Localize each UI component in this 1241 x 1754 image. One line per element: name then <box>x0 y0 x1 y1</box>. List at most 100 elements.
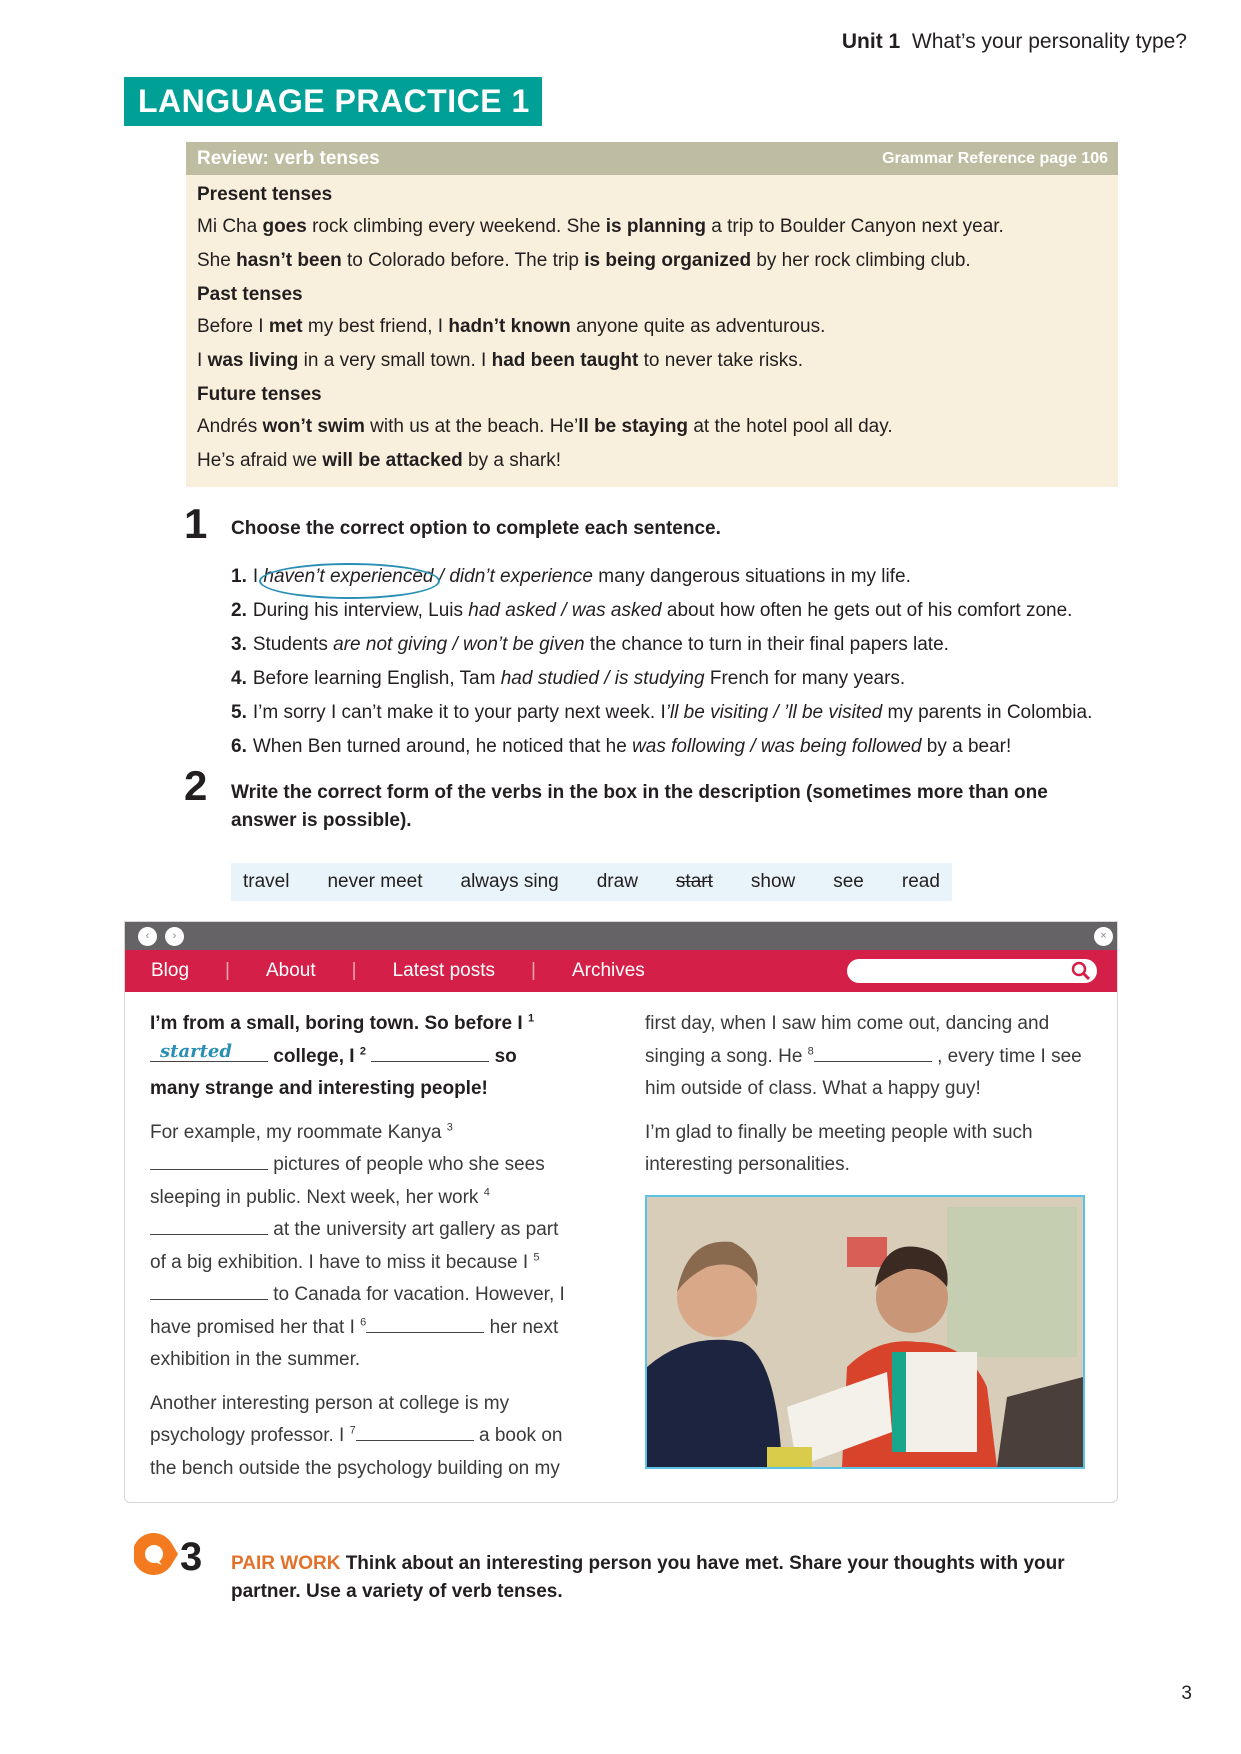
gap-8[interactable] <box>813 1043 932 1062</box>
answer-option[interactable]: haven’t experienced <box>259 563 440 599</box>
text: He’s afraid we <box>197 450 323 471</box>
text: at the hotel pool all day. <box>688 416 893 437</box>
text: a trip to Boulder Canyon next year. <box>705 216 1004 237</box>
item-number: 6. <box>231 736 247 757</box>
text: I’m sorry I can’t make it to your party … <box>252 702 666 723</box>
pair-work-label: PAIR WORK <box>231 1553 341 1574</box>
answer-option[interactable]: ’ll be visiting / ’ll be visited <box>666 702 882 723</box>
text: by a bear! <box>921 736 1012 757</box>
nav-archives[interactable]: Archives <box>572 960 645 982</box>
photo-illustration <box>647 1197 1083 1467</box>
search-input[interactable] <box>847 959 1097 983</box>
review-section-heading: Present tenses <box>197 184 333 205</box>
blog-intro: I’m from a small, boring town. So before… <box>150 1008 570 1106</box>
word-box-item: read <box>901 871 940 892</box>
answer-option[interactable]: are not giving / won’t be given <box>333 634 584 655</box>
exercise-item: 5. I’m sorry I can’t make it to your part… <box>231 699 1131 733</box>
text: anyone quite as adventurous. <box>570 316 826 337</box>
nav-blog[interactable]: Blog <box>151 960 189 982</box>
grammar-reference-link[interactable]: Grammar Reference page 106 <box>882 150 1108 168</box>
word-box-item: see <box>833 871 864 892</box>
text: When Ben turned around, he noticed that … <box>252 736 633 757</box>
gap-4[interactable] <box>150 1216 268 1235</box>
unit-label: Unit 1 <box>841 30 901 53</box>
word-box: travel never meet always sing draw start show… <box>231 863 952 901</box>
text: to Colorado before. The trip <box>341 250 585 271</box>
search-icon[interactable] <box>1071 961 1091 981</box>
answer-option[interactable]: / didn’t experience <box>434 566 593 587</box>
nav-separator: | <box>351 960 357 981</box>
grammar-review-box: Review: verb tenses Grammar Reference pa… <box>186 142 1118 487</box>
nav-latest-posts[interactable]: Latest posts <box>393 960 495 982</box>
gap-6[interactable] <box>366 1314 485 1333</box>
verb-form: goes <box>262 216 307 237</box>
answer-option[interactable]: had asked / was asked <box>468 600 661 621</box>
gap-5[interactable] <box>150 1281 268 1300</box>
text: Mi Cha <box>197 216 263 237</box>
text: French for many years. <box>704 668 906 689</box>
item-number: 2. <box>231 600 247 621</box>
forward-icon[interactable]: › <box>165 927 184 946</box>
exercise-2-instruction: Write the correct form of the verbs in t… <box>231 782 1048 831</box>
text: many dangerous situations in my life. <box>593 566 911 587</box>
review-example: I was living in a very small town. I had… <box>197 347 1107 375</box>
gap-2[interactable] <box>371 1043 490 1062</box>
exercise-item: 4. Before learning English, Tam had studi… <box>231 665 1131 699</box>
text: I’m from a small, boring town. So before… <box>150 1013 523 1034</box>
review-title: Review: verb tenses <box>197 147 380 169</box>
text: college, I <box>273 1045 355 1067</box>
nav-separator: | <box>531 960 536 981</box>
answer-option[interactable]: was following / was being followed <box>632 736 921 757</box>
close-icon[interactable]: × <box>1094 927 1113 946</box>
running-head: Unit 1 What’s your personality type? <box>842 30 1187 54</box>
nav-separator: | <box>225 960 230 981</box>
word-box-item: never meet <box>327 871 423 892</box>
text: in a very small town. I <box>298 350 492 371</box>
review-section-heading: Future tenses <box>197 384 322 405</box>
verb-form: was living <box>207 350 299 371</box>
blog-window: ‹ › × Blog | About | Latest posts | Arch… <box>124 921 1118 1503</box>
verb-form: had been taught <box>491 350 639 371</box>
text: For example, my roommate Kanya <box>150 1121 442 1143</box>
gap-1[interactable]: started <box>150 1040 268 1062</box>
nav-about[interactable]: About <box>266 960 316 982</box>
verb-form: is being organized <box>584 250 752 271</box>
back-icon[interactable]: ‹ <box>138 927 157 946</box>
verb-form: met <box>268 316 303 337</box>
section-banner: LANGUAGE PRACTICE 1 <box>124 77 542 126</box>
answer-option[interactable]: had studied / is studying <box>501 668 705 689</box>
text: rock climbing every weekend. She <box>306 216 606 237</box>
text: During his interview, Luis <box>252 600 469 621</box>
review-example: Mi Cha goes rock climbing every weekend.… <box>197 213 1107 241</box>
gap-1-answer: started <box>160 1040 232 1062</box>
review-header: Review: verb tenses Grammar Reference pa… <box>186 142 1118 175</box>
verb-form: will be attacked <box>322 450 463 471</box>
pair-work-badge: 3 <box>132 1530 214 1585</box>
exercise-1-number: 1 <box>184 500 208 547</box>
gap-3[interactable] <box>150 1151 268 1170</box>
review-body: Present tenses Mi Cha goes rock climbing … <box>186 175 1118 487</box>
word-box-item: always sing <box>460 871 559 892</box>
page-number: 3 <box>1181 1683 1192 1704</box>
word-box-item: start <box>675 871 713 892</box>
browser-bar: ‹ › × <box>125 922 1117 950</box>
review-example: She hasn’t been to Colorado before. The … <box>197 247 1107 275</box>
review-example: Andrés won’t swim with us at the beach. … <box>197 413 1107 441</box>
gap-7[interactable] <box>355 1422 474 1441</box>
text: I <box>197 350 208 371</box>
exercise-item: 1. I haven’t experienced / didn’t experie… <box>231 563 1131 599</box>
exercise-item: 3. Students are not giving / won’t be giv… <box>231 631 1131 665</box>
blog-paragraph-3: first day, when I saw him come out, danc… <box>645 1008 1090 1106</box>
text: She <box>197 250 237 271</box>
unit-title: What’s your personality type? <box>911 30 1187 53</box>
word-box-item: show <box>750 871 796 892</box>
blog-paragraph-4: I’m glad to finally be meeting people wi… <box>645 1121 1033 1176</box>
text: with us at the beach. He’ <box>364 416 579 437</box>
exercise-item: 6. When Ben turned around, he noticed tha… <box>231 733 1131 767</box>
answer-circle <box>259 563 440 599</box>
gap-number: 3 <box>446 1121 453 1134</box>
text: my best friend, I <box>302 316 449 337</box>
gap-number: 1 <box>527 1012 535 1025</box>
item-number: 3. <box>231 634 247 655</box>
gap-number: 4 <box>483 1186 490 1199</box>
